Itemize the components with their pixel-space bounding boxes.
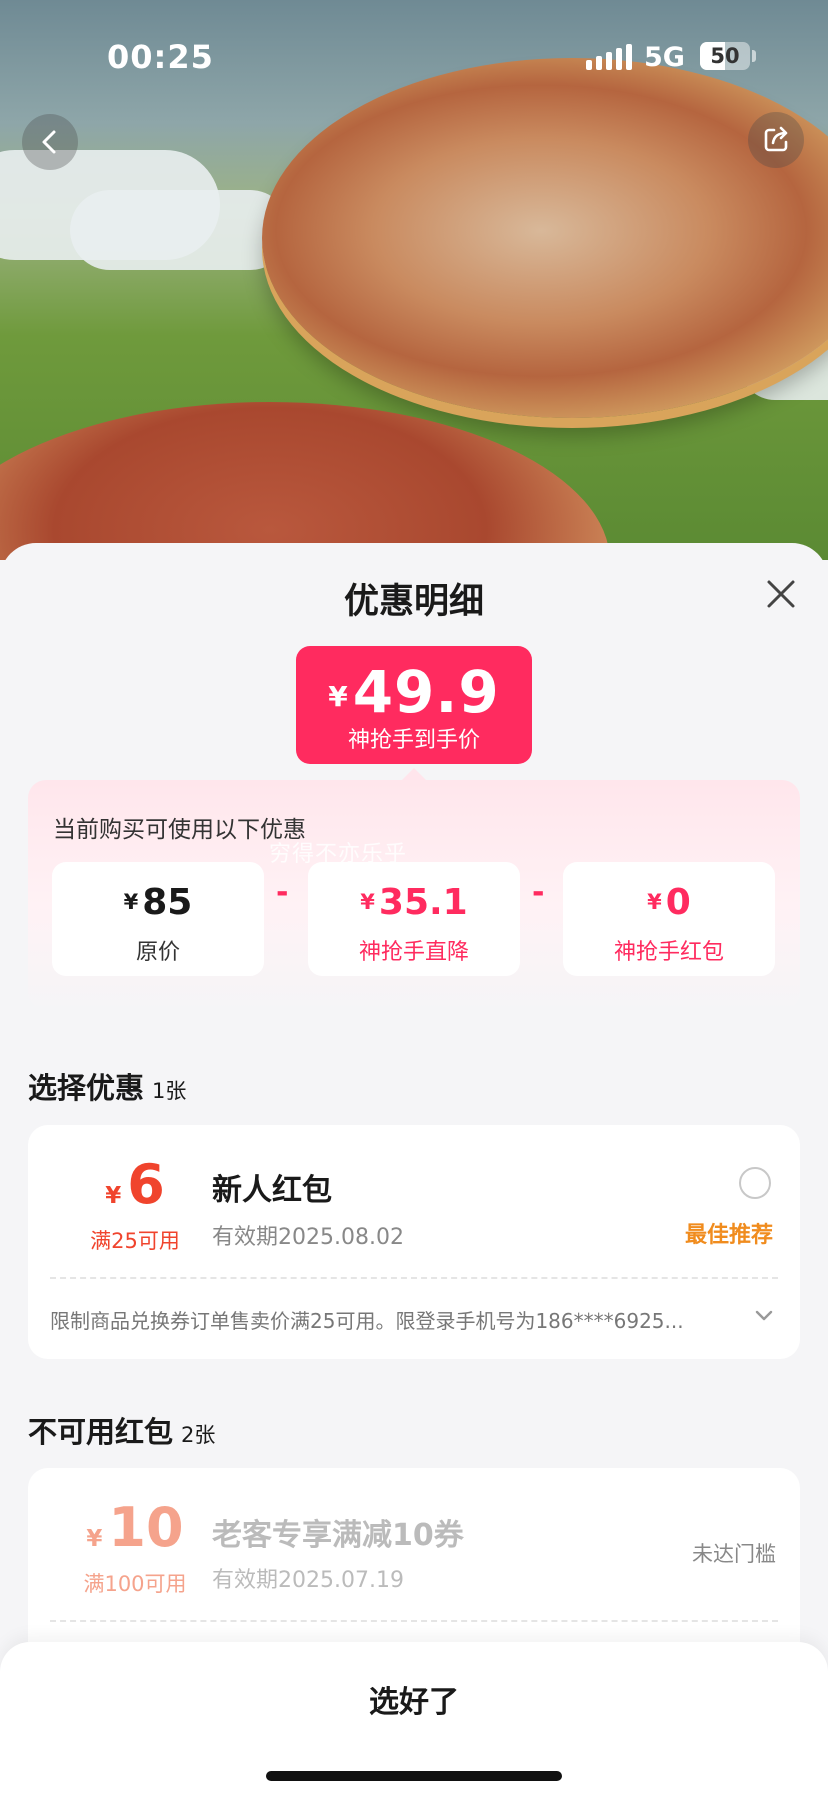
coupon-terms: 限制商品兑换券订单售卖价满25可用。限登录手机号为186****6925... [50, 1309, 684, 1333]
final-price-label: 神抢手到手价 [347, 728, 480, 753]
chevron-left-icon [42, 130, 56, 154]
discount-detail-sheet: 优惠明细 ¥49.9 神抢手到手价 当前购买可使用以下优惠 穷得不亦乐乎 ¥85… [0, 543, 828, 1795]
currency-symbol: ¥ [123, 890, 139, 914]
coupon-condition: 满25可用 [90, 1229, 180, 1253]
red-packet-value: 0 [665, 882, 691, 923]
minus-sign: - [532, 875, 545, 910]
original-price: ¥85 [52, 882, 264, 923]
currency-symbol: ¥ [86, 1526, 103, 1552]
direct-discount-card: ¥35.1 神抢手直降 [308, 862, 520, 976]
footer-bar: 选好了 [0, 1642, 828, 1795]
coupon-amount-value: 6 [127, 1153, 165, 1216]
coupon-expiry: 有效期2025.08.02 [212, 1225, 404, 1250]
sheet-title: 优惠明细 [343, 582, 484, 622]
share-button[interactable] [748, 112, 804, 168]
coupon-card-returning: ¥10 满100可用 老客专享满减10券 有效期2025.07.19 未达门槛 [28, 1468, 800, 1668]
pizza-image [0, 402, 610, 560]
battery-icon: 50 [700, 42, 750, 70]
coupon-select-radio[interactable] [739, 1167, 771, 1199]
battery-level: 50 [710, 44, 740, 68]
cloud-decoration [70, 190, 290, 270]
status-time: 00:25 [107, 38, 214, 76]
direct-discount-label: 神抢手直降 [358, 940, 469, 965]
chevron-down-icon[interactable] [755, 1310, 773, 1322]
original-price-card: ¥85 原价 [52, 862, 264, 976]
red-packet-card: ¥0 神抢手红包 [563, 862, 775, 976]
direct-discount-value: 35.1 [378, 882, 468, 923]
coupon-card-new-user[interactable]: ¥6 满25可用 新人红包 有效期2025.08.02 最佳推荐 限制商品兑换券… [28, 1125, 800, 1359]
select-discount-heading: 选择优惠 1张 [28, 1065, 186, 1107]
coupon-status: 未达门槛 [692, 1542, 776, 1566]
currency-symbol: ¥ [360, 890, 375, 914]
confirm-button[interactable]: 选好了 [0, 1677, 828, 1721]
coupon-amount: ¥6 [60, 1153, 210, 1216]
original-price-value: 85 [142, 882, 193, 923]
final-price: ¥49.9 [296, 658, 532, 726]
coupon-amount-value: 10 [108, 1496, 184, 1559]
status-bar: 00:25 5G 50 [0, 0, 828, 110]
best-recommend-tag: 最佳推荐 [685, 1223, 774, 1248]
home-indicator [266, 1771, 562, 1781]
battery-tip [752, 50, 756, 62]
currency-symbol: ¥ [647, 890, 662, 914]
coupon-name: 老客专享满减10券 [212, 1518, 464, 1553]
share-icon [764, 126, 788, 152]
section-title: 选择优惠 [28, 1071, 145, 1105]
coupon-name: 新人红包 [212, 1173, 332, 1208]
red-packet-discount: ¥0 [563, 882, 775, 923]
section-count: 2张 [181, 1423, 216, 1447]
minus-sign: - [276, 875, 289, 910]
divider [50, 1620, 778, 1622]
close-icon[interactable] [764, 577, 798, 611]
back-button[interactable] [22, 114, 78, 170]
price-pointer [402, 768, 426, 780]
original-price-label: 原价 [135, 940, 180, 965]
section-count: 1张 [152, 1079, 187, 1103]
divider [50, 1277, 778, 1279]
currency-symbol: ¥ [105, 1183, 122, 1209]
signal-icon [586, 44, 632, 70]
network-type: 5G [644, 42, 685, 73]
final-price-amount: 49.9 [352, 658, 500, 726]
section-title: 不可用红包 [28, 1415, 174, 1449]
coupon-condition: 满100可用 [83, 1572, 187, 1596]
pizza-image [262, 58, 828, 418]
direct-discount: ¥35.1 [308, 882, 520, 923]
red-packet-label: 神抢手红包 [613, 940, 724, 965]
final-price-badge: ¥49.9 神抢手到手价 [296, 646, 532, 764]
price-breakdown: 当前购买可使用以下优惠 穷得不亦乐乎 ¥85 原价 - ¥35.1 神抢手直降 … [28, 780, 800, 1010]
coupon-expiry: 有效期2025.07.19 [212, 1568, 404, 1593]
unavailable-heading: 不可用红包 2张 [28, 1409, 215, 1451]
currency-symbol: ¥ [328, 680, 349, 713]
coupon-amount: ¥10 [60, 1496, 210, 1559]
